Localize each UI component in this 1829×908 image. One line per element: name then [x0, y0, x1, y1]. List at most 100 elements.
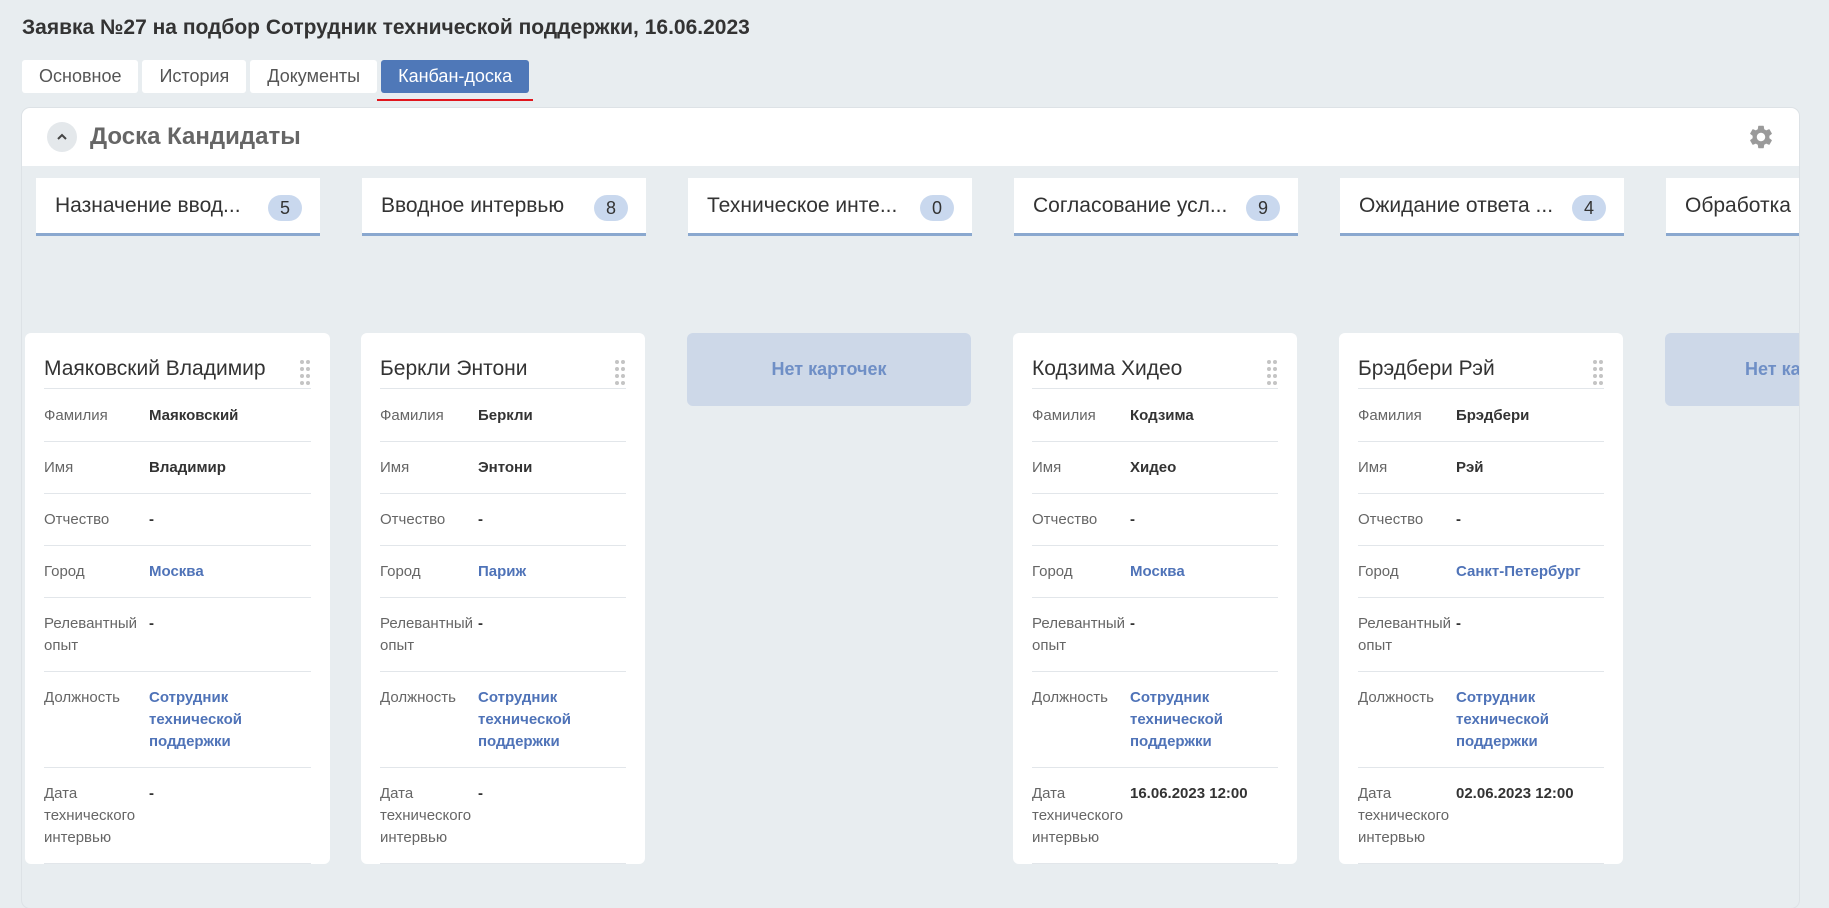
column-count-badge: 9 — [1246, 195, 1280, 221]
field-last-name: Фамилия Маяковский — [44, 390, 311, 442]
candidate-card[interactable]: Маяковский Владимир Фамилия Маяковский Им… — [25, 333, 330, 864]
kanban-board: Доска Кандидаты Назначение ввод... 5 Мая… — [22, 108, 1799, 908]
column-header[interactable]: Ожидание ответа ... 4 — [1340, 178, 1624, 236]
tab-bar: Основное История Документы Канбан-доска — [22, 60, 534, 101]
kanban-column: Ожидание ответа ... 4 Брэдбери Рэй Фамил… — [1326, 166, 1652, 908]
field-value: Владимир — [149, 459, 226, 476]
drag-handle-icon[interactable] — [1267, 359, 1277, 385]
field-label: Фамилия — [44, 407, 108, 424]
tab-kanban-board[interactable]: Канбан-доска — [377, 60, 534, 101]
field-label: Город — [44, 563, 85, 580]
kanban-column: Назначение ввод... 5 Маяковский Владимир… — [22, 166, 348, 908]
column-title: Назначение ввод... — [55, 193, 241, 217]
city-link[interactable]: Москва — [149, 561, 311, 583]
board-title: Доска Кандидаты — [90, 123, 301, 150]
city-link[interactable]: Санкт-Петербург — [1456, 561, 1604, 583]
field-experience: Релевантный опыт - — [380, 598, 626, 672]
field-last-name: Фамилия Кодзима — [1032, 390, 1278, 442]
field-value: - — [1456, 511, 1461, 528]
field-label: Фамилия — [1032, 407, 1096, 424]
column-count-badge: 5 — [268, 195, 302, 221]
column-header[interactable]: Техническое инте... 0 — [688, 178, 972, 236]
field-tech-interview-date: Дата технического интервью 16.06.2023 12:… — [1032, 768, 1278, 864]
column-title: Ожидание ответа ... — [1359, 193, 1554, 217]
field-value: - — [1456, 615, 1461, 632]
city-link[interactable]: Париж — [478, 561, 626, 583]
field-value: 02.06.2023 12:00 — [1456, 785, 1574, 802]
kanban-column: Техническое инте... 0 Нет карточек — [674, 166, 1000, 908]
field-position: Должность Сотрудник технической поддержки — [380, 672, 626, 768]
position-link[interactable]: Сотрудник технической поддержки — [478, 687, 626, 753]
field-position: Должность Сотрудник технической поддержки — [44, 672, 311, 768]
candidate-card[interactable]: Брэдбери Рэй Фамилия Брэдбери Имя Рэй Отче… — [1339, 333, 1623, 864]
column-title: Техническое инте... — [707, 193, 898, 217]
column-count-badge: 0 — [920, 195, 954, 221]
kanban-column: Вводное интервью 8 Беркли Энтони Фамилия… — [348, 166, 674, 908]
candidate-card[interactable]: Кодзима Хидео Фамилия Кодзима Имя Хидео От… — [1013, 333, 1297, 864]
field-value: - — [478, 511, 483, 528]
position-link[interactable]: Сотрудник технической поддержки — [1130, 687, 1278, 753]
field-experience: Релевантный опыт - — [1032, 598, 1278, 672]
field-value: Хидео — [1130, 459, 1177, 476]
field-value: Брэдбери — [1456, 407, 1530, 424]
gear-icon[interactable] — [1747, 123, 1775, 151]
field-value: Маяковский — [149, 407, 239, 424]
field-first-name: Имя Энтони — [380, 442, 626, 494]
card-name: Беркли Энтони — [380, 333, 626, 389]
field-label: Релевантный опыт — [1358, 615, 1452, 654]
field-label: Имя — [44, 459, 74, 476]
field-patronymic: Отчество - — [44, 494, 311, 546]
empty-column-placeholder: Нет карточек — [687, 333, 971, 406]
column-count-badge: 8 — [594, 195, 628, 221]
field-value: Энтони — [478, 459, 533, 476]
candidate-card[interactable]: Беркли Энтони Фамилия Беркли Имя Энтони От… — [361, 333, 645, 864]
field-last-name: Фамилия Беркли — [380, 390, 626, 442]
column-header[interactable]: Обработка — [1666, 178, 1799, 236]
field-position: Должность Сотрудник технической поддержки — [1358, 672, 1604, 768]
field-label: Релевантный опыт — [1032, 615, 1126, 654]
field-label: Отчество — [380, 511, 446, 528]
field-first-name: Имя Рэй — [1358, 442, 1604, 494]
field-label: Имя — [1032, 459, 1062, 476]
field-label: Дата технического интервью — [380, 785, 472, 846]
card-name: Брэдбери Рэй — [1358, 333, 1604, 389]
column-header[interactable]: Вводное интервью 8 — [362, 178, 646, 236]
field-label: Дата технического интервью — [1358, 785, 1450, 846]
field-label: Фамилия — [1358, 407, 1422, 424]
page-title: Заявка №27 на подбор Сотрудник техническ… — [22, 16, 750, 39]
field-position: Должность Сотрудник технической поддержки — [1032, 672, 1278, 768]
field-tech-interview-date: Дата технического интервью - — [380, 768, 626, 864]
field-value: - — [1130, 615, 1135, 632]
field-tech-interview-date: Дата технического интервью 02.06.2023 12:… — [1358, 768, 1604, 864]
field-patronymic: Отчество - — [1032, 494, 1278, 546]
column-header[interactable]: Назначение ввод... 5 — [36, 178, 320, 236]
field-label: Должность — [44, 689, 120, 706]
drag-handle-icon[interactable] — [1593, 359, 1603, 385]
position-link[interactable]: Сотрудник технической поддержки — [149, 687, 311, 753]
field-value: - — [478, 615, 483, 632]
column-title: Согласование усл... — [1033, 193, 1228, 217]
drag-handle-icon[interactable] — [615, 359, 625, 385]
field-label: Фамилия — [380, 407, 444, 424]
field-city: Город Париж — [380, 546, 626, 598]
field-label: Отчество — [44, 511, 110, 528]
collapse-button[interactable] — [47, 122, 77, 152]
field-label: Должность — [380, 689, 456, 706]
field-first-name: Имя Хидео — [1032, 442, 1278, 494]
board-header: Доска Кандидаты — [22, 108, 1799, 166]
tab-documents[interactable]: Документы — [250, 60, 378, 93]
card-name: Маяковский Владимир — [44, 333, 311, 389]
field-experience: Релевантный опыт - — [44, 598, 311, 672]
position-link[interactable]: Сотрудник технической поддержки — [1456, 687, 1604, 753]
tab-history[interactable]: История — [142, 60, 247, 93]
field-label: Должность — [1032, 689, 1108, 706]
tab-main[interactable]: Основное — [22, 60, 139, 93]
field-label: Отчество — [1032, 511, 1098, 528]
empty-column-placeholder: Нет ка — [1665, 333, 1799, 406]
field-value: Беркли — [478, 407, 533, 424]
city-link[interactable]: Москва — [1130, 561, 1278, 583]
drag-handle-icon[interactable] — [300, 359, 310, 385]
field-label: Релевантный опыт — [44, 615, 138, 654]
column-header[interactable]: Согласование усл... 9 — [1014, 178, 1298, 236]
field-patronymic: Отчество - — [1358, 494, 1604, 546]
